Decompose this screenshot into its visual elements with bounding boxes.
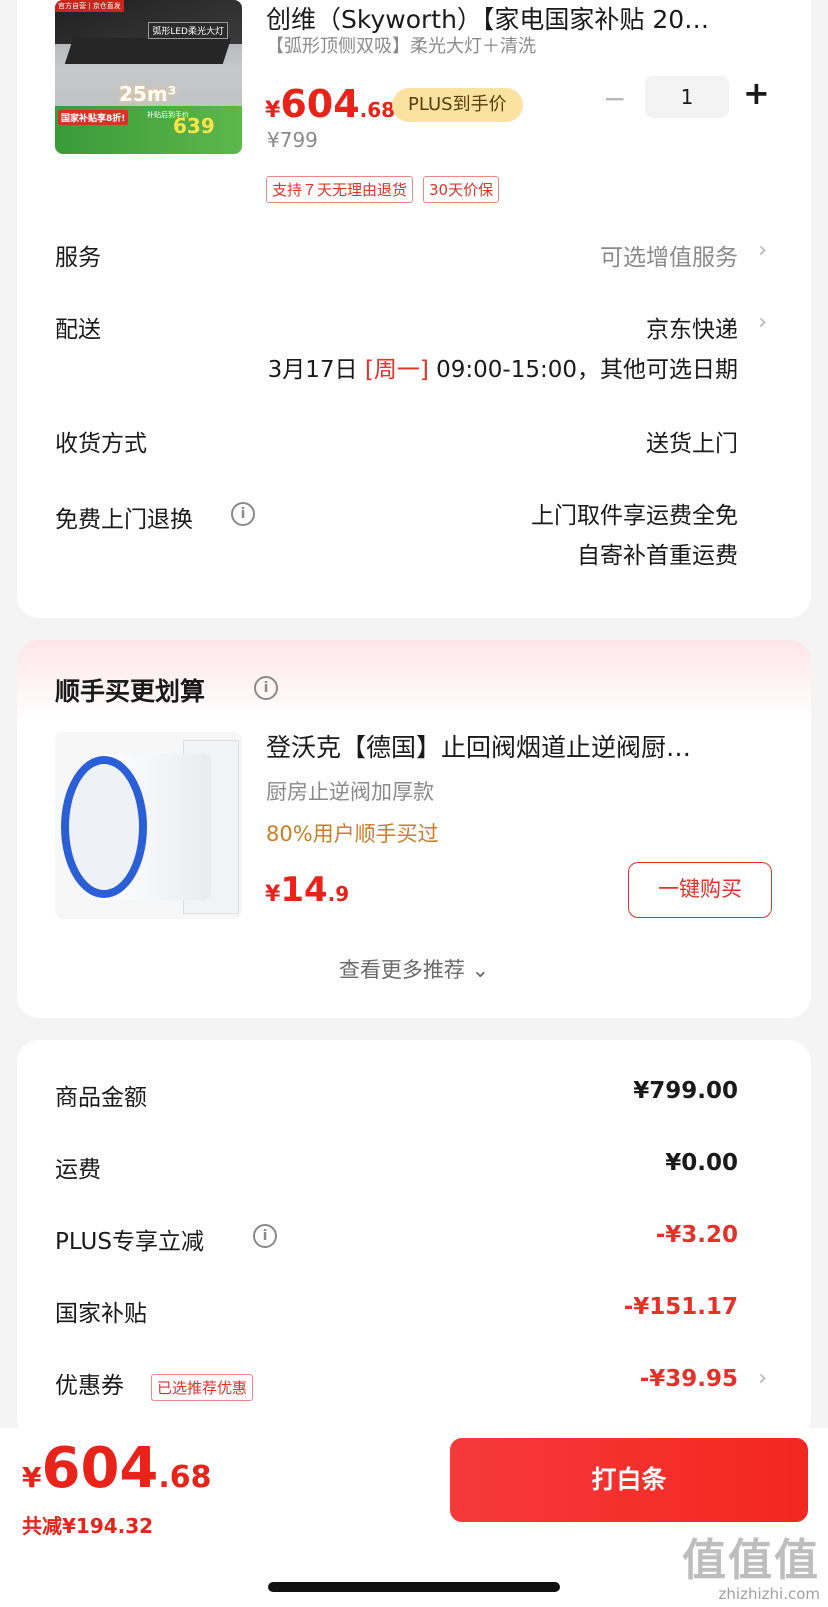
total-price: ¥604.68: [22, 1436, 212, 1501]
image-promo-subsidy: 国家补贴享8折!: [58, 110, 129, 125]
chevron-right-icon: ›: [758, 310, 767, 335]
chevron-right-icon: ›: [758, 1366, 767, 1391]
summary-subsidy-label: 国家补贴: [55, 1301, 147, 1327]
recommend-title: 顺手买更划算: [55, 677, 206, 706]
watermark: 值值值 zhizhizhi.com: [682, 1535, 820, 1604]
delivery-weekday: [周一]: [364, 357, 429, 383]
recommend-social-proof: 80%用户顺手买过: [266, 822, 439, 846]
delivery-schedule: 3月17日 [周一] 09:00-15:00，其他可选日期: [268, 350, 738, 384]
plus-price-tag: PLUS到手价: [392, 88, 523, 122]
watermark-logo: 值值值: [682, 1535, 820, 1586]
pay-with-baitiao-button[interactable]: 打白条: [450, 1438, 808, 1522]
summary-coupon-label: 优惠券: [55, 1373, 124, 1399]
home-indicator: [268, 1582, 560, 1592]
order-item-card: 官方自营 | 京仓直发 弧形LED柔光大灯 25m³ 国家补贴享8折! 补贴后到…: [17, 0, 811, 618]
receive-method-label: 收货方式: [55, 431, 147, 457]
info-icon[interactable]: i: [253, 1224, 277, 1248]
quantity-input[interactable]: 1: [645, 76, 729, 118]
recommend-product-name[interactable]: 登沃克【德国】止回阀烟道止逆阀厨…: [266, 728, 762, 764]
product-title[interactable]: 创维（Skyworth）【家电国家补贴 20…: [266, 0, 746, 36]
image-led-tag: 弧形LED柔光大灯: [148, 22, 228, 39]
summary-shipping-label: 运费: [55, 1157, 101, 1183]
free-return-line1: 上门取件享运费全免: [531, 503, 738, 529]
recommend-price-currency: ¥: [265, 882, 281, 907]
total-price-decimal: .68: [158, 1460, 212, 1495]
product-price-integer: 604: [280, 82, 360, 126]
delivery-label: 配送: [55, 317, 101, 343]
summary-goods-label: 商品金额: [55, 1085, 147, 1111]
recommend-price-decimal: .9: [327, 882, 350, 906]
original-price: ¥799: [267, 128, 318, 152]
free-return-label: 免费上门退换: [55, 507, 193, 533]
coupon-selected-tag: 已选推荐优惠: [151, 1374, 254, 1401]
image-airflow-text: 25m³: [119, 82, 177, 106]
product-badges: 支持７天无理由退货 30天价保: [266, 176, 500, 203]
free-return-line2: 自寄补首重运费: [577, 543, 738, 569]
summary-shipping-value: ¥0.00: [665, 1150, 738, 1176]
product-price-decimal: .68: [359, 98, 396, 122]
hood-panel: [64, 38, 232, 64]
info-icon[interactable]: i: [254, 676, 278, 700]
valve-ring: [61, 756, 147, 898]
delivery-date: 3月17日: [267, 357, 358, 383]
checkout-bar: ¥604.68 共减¥194.32 打白条 值值值 zhizhizhi.com: [0, 1428, 828, 1607]
summary-coupon-value: -¥39.95: [639, 1366, 738, 1392]
badge-return-policy: 支持７天无理由退货: [266, 176, 414, 203]
watermark-site: zhizhizhi.com: [718, 1585, 820, 1603]
recommend-price: ¥14.9: [265, 870, 349, 910]
recommend-product-spec: 厨房止逆阀加厚款: [266, 780, 434, 804]
summary-plus-value: -¥3.20: [655, 1222, 738, 1248]
summary-goods-value: ¥799.00: [633, 1078, 738, 1104]
delivery-carrier: 京东快递: [646, 317, 738, 343]
quantity-increase-button[interactable]: +: [743, 74, 770, 112]
product-price-currency: ¥: [265, 98, 281, 123]
summary-plus-label: PLUS专享立减: [55, 1229, 204, 1255]
info-icon[interactable]: i: [231, 502, 255, 526]
image-promo-band: 国家补贴享8折! 补贴后到手价 639: [55, 106, 242, 154]
total-price-currency: ¥: [22, 1461, 42, 1494]
image-promo-price: 639: [173, 114, 215, 138]
chevron-right-icon: ›: [758, 238, 767, 263]
product-price: ¥604.68: [265, 82, 395, 126]
recommend-card: 顺手买更划算 i 登沃克【德国】止回阀烟道止逆阀厨… 厨房止逆阀加厚款 80%用…: [17, 640, 811, 1018]
total-price-integer: 604: [41, 1436, 159, 1501]
delivery-time: 09:00-15:00，其他可选日期: [436, 357, 738, 383]
summary-subsidy-value: -¥151.17: [623, 1294, 738, 1320]
product-spec[interactable]: 【弧形顶侧双吸】柔光大灯＋清洗: [266, 32, 536, 58]
service-label: 服务: [55, 245, 101, 271]
more-recommendations-link[interactable]: 查看更多推荐 ⌄: [17, 954, 811, 984]
service-value: 可选增值服务: [600, 245, 738, 271]
product-image[interactable]: 官方自营 | 京仓直发 弧形LED柔光大灯 25m³ 国家补贴享8折! 补贴后到…: [55, 0, 242, 154]
badge-price-protect: 30天价保: [423, 176, 500, 203]
one-click-buy-button[interactable]: 一键购买: [628, 862, 772, 918]
total-saved[interactable]: 共减¥194.32: [22, 1510, 153, 1539]
quantity-decrease-button[interactable]: −: [603, 82, 626, 115]
receive-method-value: 送货上门: [646, 431, 738, 457]
recommend-price-integer: 14: [280, 870, 328, 910]
image-store-tag: 官方自营 | 京仓直发: [55, 0, 124, 12]
price-summary-card: 商品金额 ¥799.00 运费 ¥0.00 PLUS专享立减 i -¥3.20 …: [17, 1040, 811, 1440]
recommend-product-image[interactable]: [55, 732, 242, 919]
